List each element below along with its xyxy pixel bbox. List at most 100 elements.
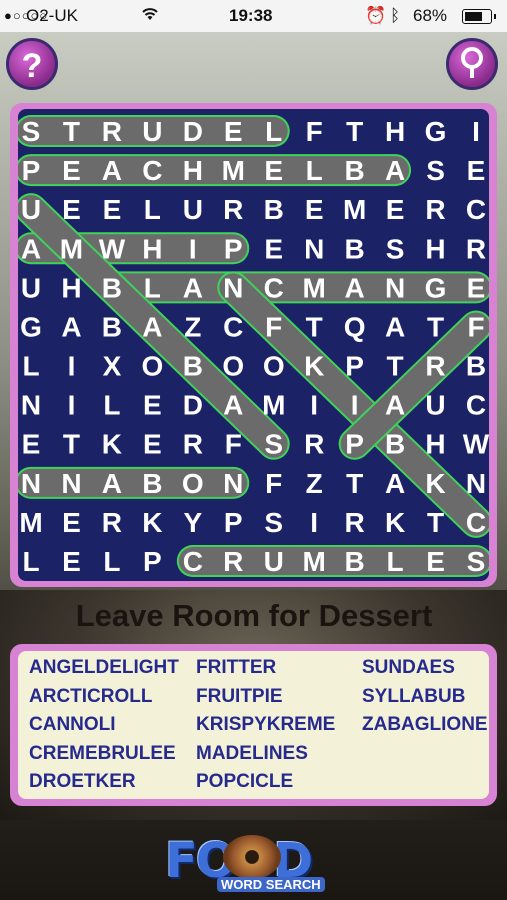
grid-letter[interactable]: B bbox=[142, 468, 162, 499]
grid-letter[interactable]: P bbox=[224, 233, 243, 264]
grid-letter[interactable]: M bbox=[303, 272, 326, 303]
grid-letter[interactable]: I bbox=[68, 390, 76, 421]
grid-letter[interactable]: L bbox=[144, 272, 161, 303]
grid-letter[interactable]: R bbox=[425, 194, 445, 225]
grid-letter[interactable]: N bbox=[466, 468, 486, 499]
grid-letter[interactable]: M bbox=[60, 233, 83, 264]
grid-letter[interactable]: I bbox=[310, 507, 318, 538]
grid-letter[interactable]: C bbox=[223, 311, 243, 342]
grid-letter[interactable]: X bbox=[103, 351, 122, 382]
grid-letter[interactable]: C bbox=[466, 194, 486, 225]
grid-letter[interactable]: U bbox=[183, 194, 203, 225]
grid-letter[interactable]: L bbox=[144, 194, 161, 225]
grid-letter[interactable]: T bbox=[427, 311, 444, 342]
grid-letter[interactable]: E bbox=[305, 194, 324, 225]
grid-letter[interactable]: N bbox=[385, 272, 405, 303]
grid-letter[interactable]: T bbox=[427, 507, 444, 538]
grid-letter[interactable]: S bbox=[22, 116, 41, 147]
grid-letter[interactable]: S bbox=[264, 429, 283, 460]
grid-letter[interactable]: I bbox=[351, 390, 359, 421]
grid-letter[interactable]: H bbox=[142, 233, 162, 264]
grid-letter[interactable]: O bbox=[263, 351, 285, 382]
grid-letter[interactable]: R bbox=[345, 507, 365, 538]
grid-letter[interactable]: S bbox=[426, 155, 445, 186]
help-button[interactable]: ? bbox=[6, 38, 58, 90]
grid-letter[interactable]: L bbox=[306, 155, 323, 186]
grid-letter[interactable]: E bbox=[426, 546, 445, 577]
grid-letter[interactable]: L bbox=[103, 390, 120, 421]
grid-letter[interactable]: B bbox=[345, 233, 365, 264]
grid-letter[interactable]: B bbox=[345, 155, 365, 186]
grid-letter[interactable]: T bbox=[346, 116, 363, 147]
grid-letter[interactable]: P bbox=[345, 429, 364, 460]
grid-letter[interactable]: S bbox=[467, 546, 486, 577]
grid-letter[interactable]: R bbox=[466, 233, 486, 264]
grid-letter[interactable]: Y bbox=[183, 507, 202, 538]
grid-letter[interactable]: K bbox=[425, 468, 445, 499]
grid-letter[interactable]: Z bbox=[184, 311, 201, 342]
grid-letter[interactable]: P bbox=[22, 155, 41, 186]
grid-letter[interactable]: O bbox=[222, 351, 244, 382]
grid-letter[interactable]: G bbox=[425, 272, 447, 303]
grid-letter[interactable]: N bbox=[61, 468, 81, 499]
grid-letter[interactable]: H bbox=[183, 155, 203, 186]
grid-letter[interactable]: B bbox=[264, 194, 284, 225]
grid-letter[interactable]: L bbox=[265, 116, 282, 147]
grid-letter[interactable]: U bbox=[21, 194, 41, 225]
grid-letter[interactable]: C bbox=[183, 546, 203, 577]
grid-letter[interactable]: M bbox=[343, 194, 366, 225]
grid-letter[interactable]: A bbox=[385, 311, 405, 342]
grid-letter[interactable]: A bbox=[142, 311, 162, 342]
grid-letter[interactable]: S bbox=[386, 233, 405, 264]
hint-button[interactable] bbox=[446, 38, 498, 90]
grid-letter[interactable]: E bbox=[264, 155, 283, 186]
grid-letter[interactable]: A bbox=[102, 468, 122, 499]
grid-letter[interactable]: O bbox=[182, 468, 204, 499]
grid-letter[interactable]: B bbox=[385, 429, 405, 460]
grid-letter[interactable]: T bbox=[306, 311, 323, 342]
grid-letter[interactable]: T bbox=[346, 468, 363, 499]
grid-letter[interactable]: U bbox=[21, 272, 41, 303]
grid-letter[interactable]: F bbox=[467, 311, 484, 342]
grid-letter[interactable]: I bbox=[68, 351, 76, 382]
grid-letter[interactable]: H bbox=[425, 429, 445, 460]
grid-letter[interactable]: M bbox=[262, 390, 285, 421]
grid-letter[interactable]: R bbox=[223, 546, 243, 577]
grid-letter[interactable]: N bbox=[21, 390, 41, 421]
grid-letter[interactable]: K bbox=[385, 507, 405, 538]
grid-letter[interactable]: E bbox=[143, 429, 162, 460]
grid-letter[interactable]: A bbox=[21, 233, 41, 264]
grid-letter[interactable]: D bbox=[183, 390, 203, 421]
grid-letter[interactable]: W bbox=[99, 233, 126, 264]
grid-letter[interactable]: W bbox=[463, 429, 489, 460]
grid-letter[interactable]: L bbox=[22, 546, 39, 577]
grid-letter[interactable]: A bbox=[385, 155, 405, 186]
grid-letter[interactable]: M bbox=[303, 546, 326, 577]
grid-letter[interactable]: Z bbox=[306, 468, 323, 499]
grid-letter[interactable]: A bbox=[102, 155, 122, 186]
grid-letter[interactable]: O bbox=[141, 351, 163, 382]
grid-letter[interactable]: K bbox=[304, 351, 324, 382]
grid-letter[interactable]: N bbox=[223, 272, 243, 303]
letter-grid[interactable]: STRUDELFTHGIPEACHMELBASEUEELURBEMERCAMWH… bbox=[18, 109, 489, 581]
grid-letter[interactable]: E bbox=[467, 155, 486, 186]
grid-letter[interactable]: A bbox=[183, 272, 203, 303]
grid-letter[interactable]: G bbox=[20, 311, 42, 342]
grid-letter[interactable]: R bbox=[183, 429, 203, 460]
grid-letter[interactable]: A bbox=[385, 390, 405, 421]
grid-letter[interactable]: T bbox=[387, 351, 404, 382]
grid-letter[interactable]: F bbox=[306, 116, 323, 147]
grid-letter[interactable]: R bbox=[425, 351, 445, 382]
grid-letter[interactable]: G bbox=[425, 116, 447, 147]
grid-canvas[interactable]: S T R U D E L F T H G IP E A C H M E L B A S EU E E L U R B E M E R CA M W H… bbox=[18, 109, 489, 581]
grid-letter[interactable]: K bbox=[102, 429, 122, 460]
grid-letter[interactable]: E bbox=[22, 429, 41, 460]
grid-letter[interactable]: N bbox=[304, 233, 324, 264]
grid-letter[interactable]: C bbox=[142, 155, 162, 186]
grid-letter[interactable]: B bbox=[102, 311, 122, 342]
grid-letter[interactable]: C bbox=[466, 390, 486, 421]
grid-letter[interactable]: P bbox=[143, 546, 162, 577]
grid-letter[interactable]: I bbox=[472, 116, 480, 147]
grid-letter[interactable]: E bbox=[386, 194, 405, 225]
grid-letter[interactable]: H bbox=[61, 272, 81, 303]
